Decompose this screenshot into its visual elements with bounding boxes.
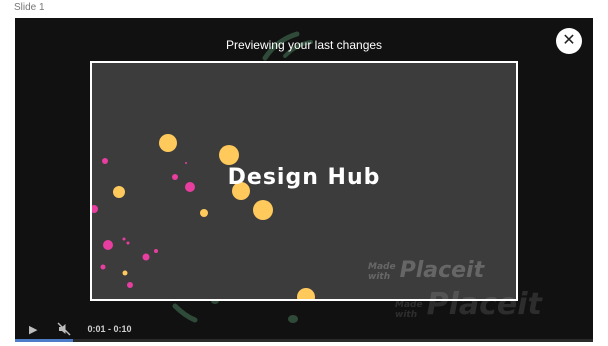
watermark-with-text: with: [368, 272, 391, 282]
play-icon[interactable]: ▶: [29, 323, 37, 336]
bg-watermark-made-text: Made: [395, 300, 423, 310]
placeit-watermark: Made with Placeit: [368, 258, 485, 283]
slide-label: Slide 1: [14, 2, 45, 13]
progress-bar[interactable]: [15, 339, 593, 342]
preview-title: Previewing your last changes: [225, 38, 383, 52]
close-icon: ✕: [562, 32, 576, 49]
watermark-made-text: Made: [368, 262, 396, 272]
video-player: Previewing your last changes ✕ Design Hu…: [15, 18, 593, 342]
muted-speaker-icon[interactable]: [57, 322, 71, 336]
progress-fill: [15, 339, 73, 342]
design-title: Design Hub: [227, 165, 381, 190]
time-display: 0:01 - 0:10: [87, 324, 132, 334]
close-button[interactable]: ✕: [556, 28, 582, 54]
preview-frame: Design Hub Made with Placeit: [90, 61, 518, 301]
watermark-brand-text: Placeit: [399, 258, 485, 283]
